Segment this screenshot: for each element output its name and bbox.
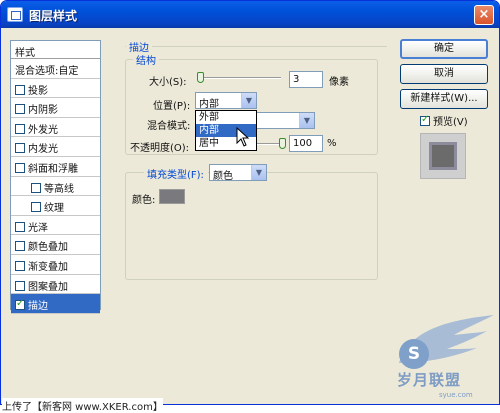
style-list-item-label: 等高线: [44, 183, 74, 195]
style-checkbox[interactable]: [15, 104, 25, 115]
style-list-item[interactable]: 渐变叠加: [11, 255, 100, 275]
chevron-down-icon[interactable]: ▼: [241, 93, 256, 108]
fill-type-select-value: 颜色: [213, 171, 233, 182]
style-list-item[interactable]: 颜色叠加: [11, 235, 100, 255]
style-list-item-label: 斜面和浮雕: [28, 163, 78, 175]
upload-caption: 上传了【新客网 www.XKER.com】: [2, 398, 163, 413]
layer-style-dialog: 图层样式 × 样式 混合选项:自定 投影内阴影外发光内发光斜面和浮雕等高线纹理光…: [0, 0, 500, 405]
fill-type-label: 填充类型(F):: [144, 166, 208, 181]
style-list-item[interactable]: 投影: [11, 79, 100, 99]
style-list-item-label: 颜色叠加: [28, 242, 68, 254]
style-checkbox[interactable]: [15, 298, 25, 311]
style-list: 样式 混合选项:自定 投影内阴影外发光内发光斜面和浮雕等高线纹理光泽颜色叠加渐变…: [10, 40, 101, 314]
opacity-unit: %: [327, 138, 337, 149]
style-list-header[interactable]: 样式: [11, 41, 100, 59]
style-list-item-label: 图案叠加: [28, 281, 68, 293]
style-checkbox[interactable]: [31, 202, 41, 213]
style-list-item-label: 渐变叠加: [28, 261, 68, 273]
position-option-outside[interactable]: 外部: [196, 111, 256, 124]
style-list-item[interactable]: 纹理: [11, 196, 100, 216]
watermark-brand: 岁月联盟: [397, 371, 462, 389]
position-select-value: 内部: [199, 99, 219, 110]
style-checkbox[interactable]: [15, 162, 25, 173]
style-list-item[interactable]: 等高线: [11, 177, 100, 197]
wing-icon: [399, 315, 494, 363]
cancel-button[interactable]: 取消: [400, 64, 488, 84]
chevron-down-icon[interactable]: ▼: [299, 113, 314, 128]
style-list-item-label: 内阴影: [28, 105, 58, 117]
photoshop-window-icon: [7, 7, 23, 22]
style-list-item[interactable]: 斜面和浮雕: [11, 157, 100, 177]
size-input[interactable]: 3: [289, 71, 323, 88]
style-list-item-label: 投影: [28, 85, 48, 97]
new-style-button[interactable]: 新建样式(W)...: [400, 89, 488, 109]
close-button[interactable]: ×: [474, 5, 494, 25]
color-label: 颜色:: [132, 195, 156, 206]
opacity-label: 不透明度(O):: [130, 143, 190, 154]
style-checkbox[interactable]: [15, 241, 25, 252]
size-label: 大小(S):: [149, 77, 187, 88]
style-checkbox[interactable]: [31, 182, 41, 193]
stroke-color-swatch[interactable]: [159, 189, 185, 204]
style-list-item[interactable]: 光泽: [11, 216, 100, 236]
size-unit: 像素: [329, 77, 349, 88]
style-preview: [420, 133, 466, 179]
style-list-item-label: 纹理: [44, 203, 64, 215]
size-slider-track[interactable]: [197, 77, 281, 79]
ok-button[interactable]: 确定: [400, 39, 488, 59]
watermark-logo: S 岁月联盟 syue.com: [379, 313, 497, 403]
style-checkbox[interactable]: [15, 143, 25, 154]
style-list-item[interactable]: 图案叠加: [11, 275, 100, 295]
preview-checkbox-box[interactable]: [420, 114, 430, 126]
stroke-group-rule: [125, 46, 387, 47]
style-checkbox[interactable]: [15, 260, 25, 271]
watermark-badge: S: [399, 339, 429, 369]
blend-mode-label: 混合模式:: [147, 121, 191, 132]
style-list-item-label: 外发光: [28, 124, 58, 136]
preview-checkbox[interactable]: 预览(V): [420, 113, 468, 128]
fill-type-select[interactable]: 颜色 ▼: [209, 164, 267, 182]
size-slider-thumb[interactable]: [197, 72, 204, 83]
style-checkbox[interactable]: [15, 84, 25, 95]
style-list-item[interactable]: 内阴影: [11, 98, 100, 118]
chevron-down-icon[interactable]: ▼: [251, 165, 266, 180]
style-list-item-label: 光泽: [28, 222, 48, 234]
style-preview-swatch: [429, 142, 457, 170]
style-list-item[interactable]: 描边: [11, 294, 100, 314]
style-list-item-label: 描边: [28, 301, 48, 313]
structure-title: 结构: [133, 52, 159, 67]
window-title: 图层样式: [29, 9, 78, 23]
position-label: 位置(P):: [153, 101, 191, 112]
opacity-slider-thumb[interactable]: [279, 138, 286, 149]
opacity-input[interactable]: 100: [289, 135, 323, 152]
title-bar[interactable]: 图层样式 ×: [1, 1, 499, 28]
position-select[interactable]: 内部 ▼: [195, 92, 257, 110]
style-list-item-label: 内发光: [28, 144, 58, 156]
style-checkbox[interactable]: [15, 280, 25, 291]
preview-label: 预览(V): [433, 117, 468, 128]
watermark-domain: syue.com: [439, 391, 473, 399]
style-checkbox[interactable]: [15, 221, 25, 232]
style-list-item[interactable]: 外发光: [11, 118, 100, 138]
style-checkbox[interactable]: [15, 123, 25, 134]
style-list-item[interactable]: 内发光: [11, 137, 100, 157]
blending-options-item[interactable]: 混合选项:自定: [11, 59, 100, 79]
mouse-pointer-icon: [236, 127, 250, 147]
